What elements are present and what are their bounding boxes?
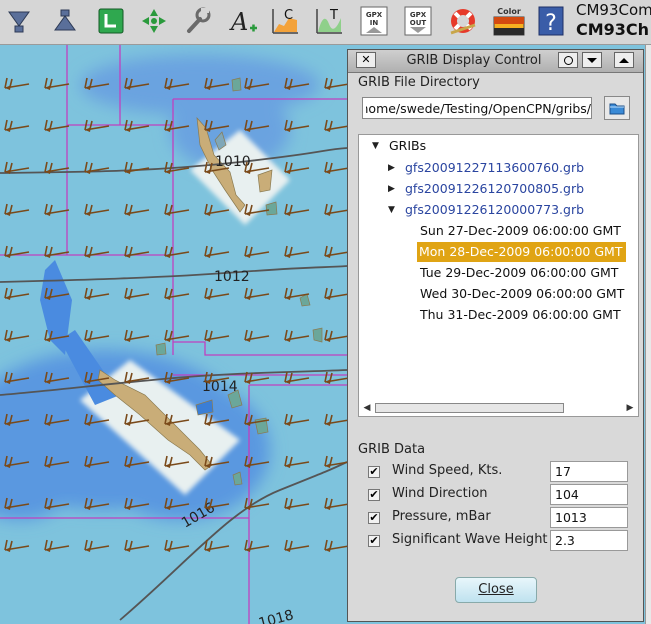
wave-height-field[interactable]: 2.3: [550, 530, 628, 551]
chevron-down-icon: ▼: [388, 205, 395, 215]
svg-text:Color: Color: [497, 7, 521, 16]
close-icon: ✕: [361, 53, 371, 66]
pressure-checkbox[interactable]: ✔: [368, 512, 380, 524]
svg-text:GPX: GPX: [410, 11, 427, 19]
wave-height-label: Significant Wave Height: [392, 532, 548, 547]
chevron-down-icon: ▼: [372, 141, 379, 151]
tree-file-label: gfs20091226120700805.grb: [405, 181, 585, 196]
scroll-right-icon[interactable]: ▶: [624, 401, 636, 415]
tree-root[interactable]: ▼ GRIBs: [372, 136, 427, 156]
dialog-close-button[interactable]: ✕: [356, 52, 376, 68]
tree-file[interactable]: ▶ gfs20091226120700805.grb: [388, 179, 585, 199]
settings-icon: [187, 7, 211, 33]
svg-text:GPX: GPX: [366, 11, 383, 19]
svg-text:A: A: [229, 8, 248, 36]
tree-file[interactable]: ▶ gfs20091227113600760.grb: [388, 158, 585, 178]
chart-title: CM93Com CM93Ch: [576, 1, 651, 39]
text-icon: A: [229, 8, 257, 36]
tree-time-item[interactable]: Wed 30-Dec-2009 06:00:00 GMT: [420, 284, 624, 304]
wind-speed-label: Wind Speed, Kts.: [392, 463, 503, 478]
dialog-title: GRIB Display Control: [406, 53, 542, 68]
chart-title-line2: CM93Ch: [576, 20, 650, 39]
grib-file-tree[interactable]: ▼ GRIBs ▶ gfs20091227113600760.grb ▶ gfs200…: [358, 134, 639, 417]
track-button[interactable]: [137, 4, 171, 38]
tree-time-item[interactable]: Thu 31-Dec-2009 06:00:00 GMT: [420, 305, 621, 325]
tree-file-label: gfs20091226120000773.grb: [405, 202, 585, 217]
dialog-titlebar[interactable]: ✕ GRIB Display Control: [348, 50, 643, 73]
tree-time-item[interactable]: Tue 29-Dec-2009 06:00:00 GMT: [420, 263, 618, 283]
dialog-menu-button[interactable]: [558, 52, 578, 68]
wind-direction-row: ✔ Wind Direction 104: [368, 484, 638, 506]
wind-speed-field[interactable]: 17: [550, 461, 628, 482]
wave-height-row: ✔ Significant Wave Height 2.3: [368, 530, 638, 552]
current-icon: C: [272, 8, 298, 34]
chevron-right-icon: ▶: [388, 163, 395, 173]
current-button[interactable]: C: [268, 4, 302, 38]
help-button[interactable]: ?: [534, 4, 568, 38]
wave-height-checkbox[interactable]: ✔: [368, 535, 380, 547]
tree-time-item[interactable]: Sun 27-Dec-2009 06:00:00 GMT: [420, 221, 621, 241]
route-button[interactable]: [94, 4, 128, 38]
color-scheme-button[interactable]: Color: [489, 4, 529, 38]
chart-title-line1: CM93Com: [576, 1, 651, 19]
help-icon: ?: [538, 6, 564, 36]
wind-direction-field[interactable]: 104: [550, 484, 628, 505]
wind-direction-checkbox[interactable]: ✔: [368, 489, 380, 501]
svg-text:?: ?: [545, 11, 557, 36]
scroll-thumb[interactable]: [375, 403, 564, 413]
pressure-label: Pressure, mBar: [392, 509, 491, 524]
chevron-down-icon: [587, 58, 597, 63]
main-toolbar: A C T GPX IN GPX OUT Color ? CM93Com CM93C…: [0, 0, 651, 45]
zoom-in-icon: [8, 11, 30, 33]
scroll-left-icon[interactable]: ◀: [361, 401, 373, 415]
grib-data-label: GRIB Data: [358, 442, 426, 457]
zoom-out-button[interactable]: [48, 4, 82, 38]
svg-text:IN: IN: [370, 19, 379, 27]
gpx-import-button[interactable]: GPX IN: [357, 4, 391, 38]
chart-scrollbar[interactable]: [645, 45, 651, 624]
eject-icon: [619, 58, 629, 63]
gpx-import-icon: GPXIN: [360, 6, 388, 36]
tree-root-label: GRIBs: [389, 138, 427, 153]
chevron-right-icon: ▶: [388, 184, 395, 194]
dialog-maximize-button[interactable]: [614, 52, 634, 68]
route-icon: [98, 8, 124, 34]
circle-icon: [563, 56, 573, 65]
tree-time-item-selected[interactable]: Mon 28-Dec-2009 06:00:00 GMT: [417, 242, 627, 262]
directory-input[interactable]: [362, 97, 592, 119]
track-icon: [142, 9, 166, 33]
zoom-out-icon: [54, 9, 76, 31]
browse-folder-button[interactable]: [604, 96, 630, 120]
dialog-shade-button[interactable]: [582, 52, 602, 68]
pressure-row: ✔ Pressure, mBar 1013: [368, 507, 638, 529]
svg-text:OUT: OUT: [410, 19, 427, 27]
file-directory-label: GRIB File Directory: [358, 75, 480, 90]
gpx-export-button[interactable]: GPX OUT: [401, 4, 435, 38]
tree-file-label: gfs20091227113600760.grb: [405, 160, 585, 175]
zoom-in-button[interactable]: [2, 4, 36, 38]
grib-dialog: ✕ GRIB Display Control GRIB File Directo…: [347, 49, 644, 622]
tree-horizontal-scrollbar[interactable]: ◀ ▶: [361, 401, 636, 415]
wind-speed-row: ✔ Wind Speed, Kts. 17: [368, 461, 638, 483]
isobar-label: 1012: [214, 269, 250, 285]
color-scheme-icon: Color: [493, 7, 525, 36]
close-button[interactable]: Close: [455, 577, 537, 603]
wind-direction-label: Wind Direction: [392, 486, 488, 501]
tide-button[interactable]: T: [312, 4, 346, 38]
settings-button[interactable]: [181, 4, 215, 38]
current-label: C: [284, 8, 293, 23]
pressure-field[interactable]: 1013: [550, 507, 628, 528]
wind-speed-checkbox[interactable]: ✔: [368, 466, 380, 478]
tide-icon: T: [316, 8, 342, 34]
gpx-export-icon: GPXOUT: [404, 6, 432, 36]
tree-file[interactable]: ▼ gfs20091226120000773.grb: [388, 200, 585, 220]
tide-label: T: [329, 8, 338, 23]
text-button[interactable]: A: [226, 4, 260, 38]
man-overboard-button[interactable]: [446, 4, 480, 38]
man-overboard-icon: [450, 9, 476, 35]
folder-icon: [609, 103, 625, 115]
